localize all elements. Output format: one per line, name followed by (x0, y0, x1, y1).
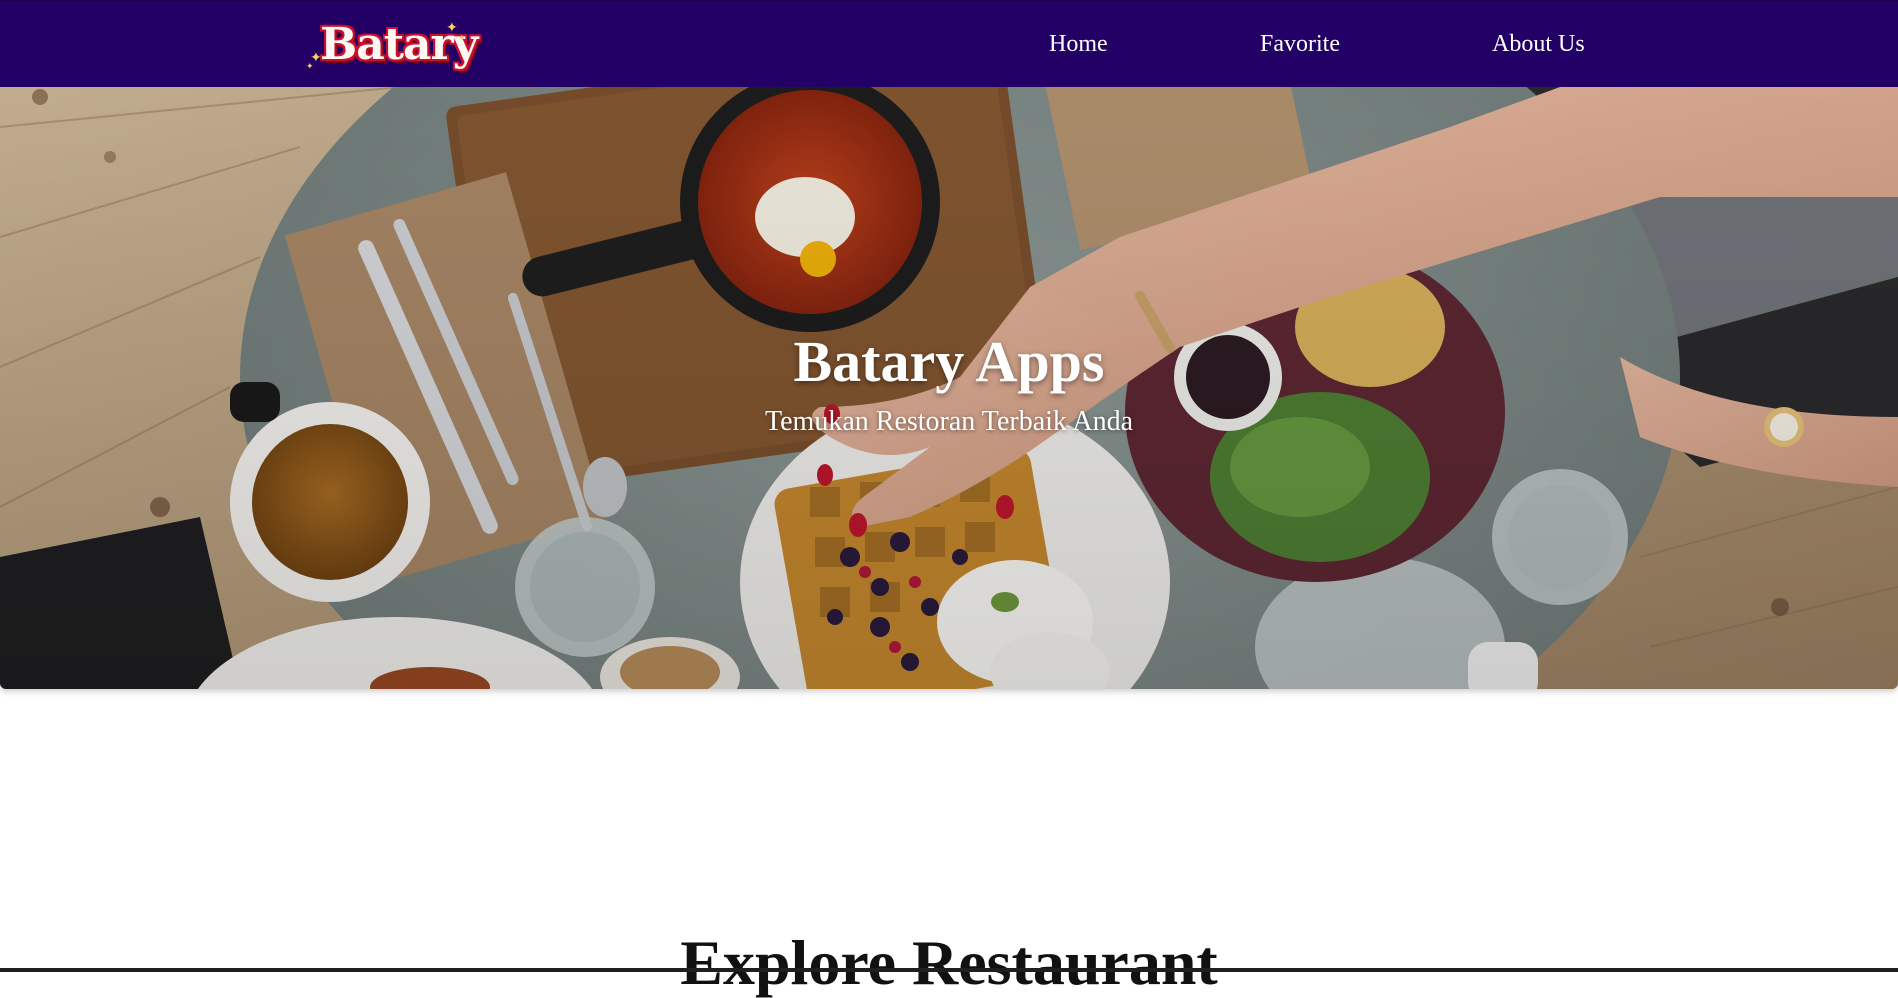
hero-title: Batary Apps (793, 328, 1105, 394)
section-divider (0, 968, 1898, 972)
main-nav: Home Favorite About Us (0, 1, 1898, 88)
top-navbar: ✦ ✦ Batary ✦ ✦ Home Favorite About Us (0, 0, 1898, 87)
nav-link-favorite[interactable]: Favorite (1260, 31, 1340, 58)
explore-restaurant-heading: Explore Restaurant (680, 927, 1218, 998)
nav-link-home[interactable]: Home (1049, 31, 1108, 58)
hero-subtitle: Temukan Restoran Terbaik Anda (764, 406, 1134, 437)
hero-banner: Batary Apps Temukan Restoran Terbaik And… (0, 87, 1898, 689)
nav-link-about-us[interactable]: About Us (1492, 31, 1585, 58)
